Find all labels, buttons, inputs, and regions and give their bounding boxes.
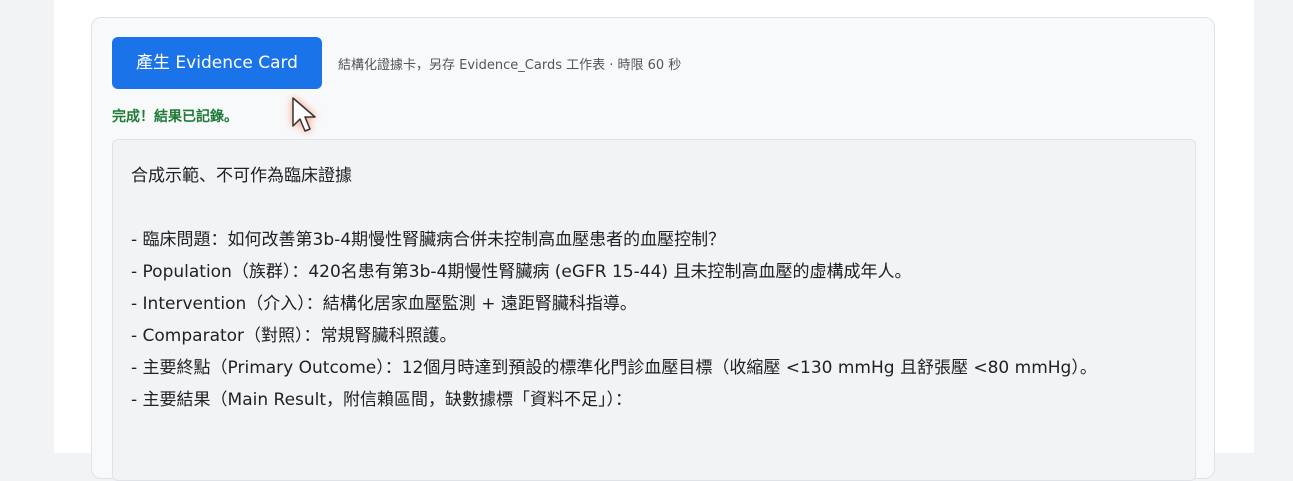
mouse-pointer-icon [292,97,316,132]
status-message: 完成！結果已記錄。 [112,109,238,125]
result-line-intervention: - Intervention（介入）：結構化居家血壓監測 + 遠距腎臟科指導。 [131,294,637,314]
result-line-comparator: - Comparator（對照）：常規腎臟科照護。 [131,326,457,346]
button-hint-text: 結構化證據卡，另存 Evidence_Cards 工作表 · 時限 60 秒 [338,58,682,73]
result-output-box: 合成示範、不可作為臨床證據 - 臨床問題：如何改善第3b-4期慢性腎臟病合併未控… [112,139,1196,481]
result-line-primary-outcome: - 主要終點（Primary Outcome）：12個月時達到預設的標準化門診血… [131,358,1097,378]
page-panel: 產生 Evidence Card 結構化證據卡，另存 Evidence_Card… [54,0,1254,481]
result-line-population: - Population（族群）：420名患有第3b-4期慢性腎臟病 (eGFR… [131,262,912,282]
result-line-clinical-question: - 臨床問題：如何改善第3b-4期慢性腎臟病合併未控制高血壓患者的血壓控制？ [131,230,726,250]
result-text: 合成示範、不可作為臨床證據 - 臨床問題：如何改善第3b-4期慢性腎臟病合併未控… [131,160,1131,416]
generate-evidence-card-button[interactable]: 產生 Evidence Card [112,37,322,89]
disclaimer-line: 合成示範、不可作為臨床證據 [131,166,352,186]
evidence-card-panel: 產生 Evidence Card 結構化證據卡，另存 Evidence_Card… [91,17,1215,481]
result-line-main-result: - 主要結果（Main Result，附信賴區間，缺數據標「資料不足」）： [131,390,633,410]
